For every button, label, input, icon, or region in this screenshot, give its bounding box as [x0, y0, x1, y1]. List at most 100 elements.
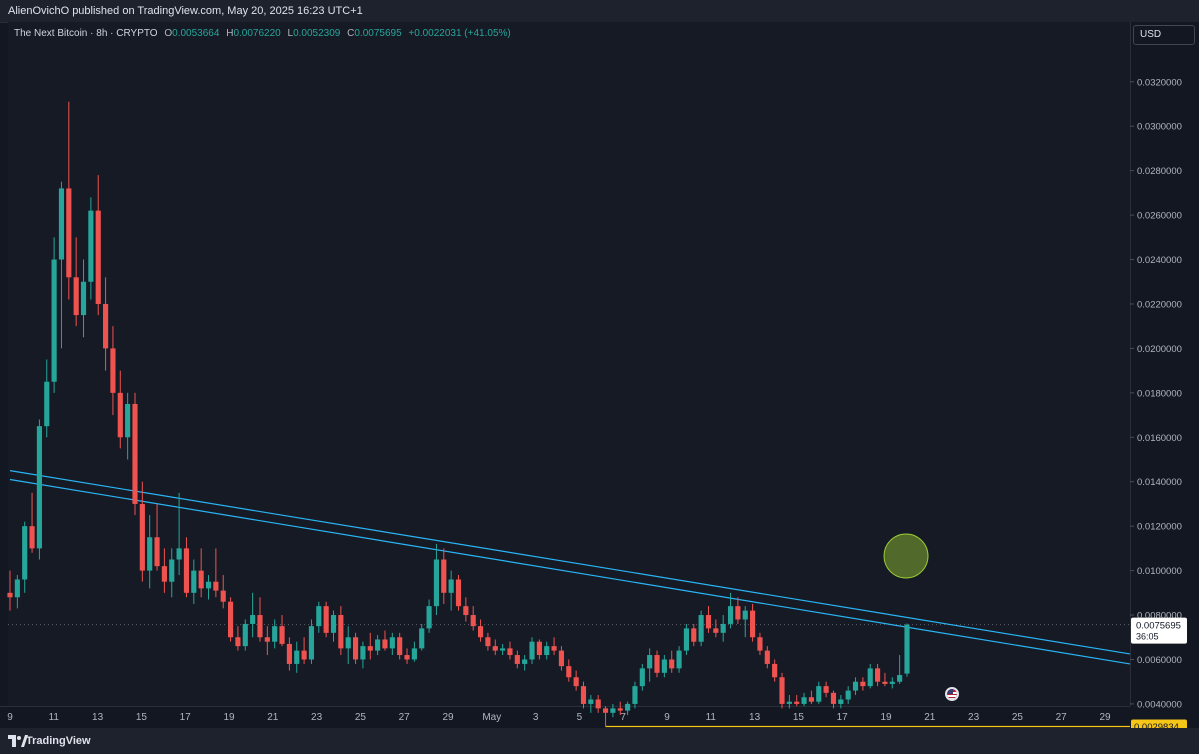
candle-body-121	[897, 675, 903, 682]
candle-body-79	[588, 699, 594, 704]
candle-body-90	[669, 659, 675, 669]
candle-body-22	[169, 559, 175, 582]
y-tick-label: 0.0100000	[1137, 566, 1182, 577]
candle-body-88	[654, 655, 660, 673]
y-tick-label: 0.0260000	[1137, 211, 1182, 222]
candle-body-112	[830, 692, 837, 704]
y-tick-label: 0.0040000	[1137, 699, 1182, 710]
y-tick-label: 0.0240000	[1137, 255, 1182, 266]
us-flag-icon[interactable]	[945, 687, 959, 701]
y-tick-label: 0.0120000	[1137, 522, 1182, 533]
footer-bar: TradingView	[0, 728, 1199, 754]
candle-body-24	[183, 548, 190, 593]
candle-body-66	[492, 646, 498, 651]
candle-body-25	[191, 570, 197, 593]
candle-body-117	[867, 668, 873, 687]
candle-body-23	[176, 548, 182, 560]
open-label: O	[164, 28, 173, 39]
candle-body-31	[235, 637, 241, 647]
tradingview-logo-icon	[8, 735, 28, 747]
candle-body-29	[220, 590, 226, 602]
candle-body-62	[463, 606, 469, 616]
x-tick-label: 27	[399, 712, 411, 723]
candle-body-107	[794, 701, 800, 704]
candle-body-50	[375, 639, 381, 651]
candle-body-8	[66, 188, 72, 278]
candle-body-36	[272, 626, 278, 642]
candle-body-18	[139, 503, 145, 571]
candle-body-63	[470, 615, 476, 627]
candle-body-45	[338, 615, 344, 649]
close-value: 0.0075695	[354, 28, 402, 39]
candle-body-2	[22, 526, 28, 580]
x-tick-label: 21	[924, 712, 936, 723]
candle-body-21	[161, 566, 167, 582]
symbol-legend: The Next Bitcoin · 8h · CRYPTO O0.005366…	[14, 28, 511, 39]
y-tick-label: 0.0160000	[1137, 433, 1182, 444]
candle-body-101	[750, 610, 756, 638]
candle-body-39	[294, 650, 300, 664]
candle-body-100	[742, 610, 748, 620]
candle-body-27	[205, 581, 212, 589]
candle-body-7	[58, 188, 65, 260]
candle-body-0	[7, 592, 13, 598]
candle-body-17	[132, 403, 138, 504]
candle-body-28	[213, 581, 219, 591]
x-tick-label: 15	[136, 712, 148, 723]
trendline-2	[9, 478, 1130, 665]
candle-body-105	[779, 677, 785, 704]
x-tick-label: 7	[620, 712, 626, 723]
candle-body-15	[117, 392, 123, 438]
candle-body-99	[735, 606, 741, 620]
x-tick-label: May	[482, 712, 501, 723]
y-tick-label: 0.0180000	[1137, 388, 1182, 399]
candle-body-87	[647, 655, 653, 669]
open-value: 0.0053664	[172, 28, 220, 39]
candle-body-75	[558, 650, 565, 667]
candle-body-82	[610, 708, 616, 713]
candle-body-59	[441, 559, 447, 593]
x-tick-label: 13	[92, 712, 104, 723]
currency-button[interactable]: USD	[1133, 25, 1195, 45]
candle-body-78	[580, 686, 587, 704]
candle-body-98	[727, 606, 734, 624]
candle-body-80	[595, 699, 601, 709]
candle-body-92	[683, 628, 689, 651]
candle-body-42	[316, 606, 322, 627]
change-value: +0.0022031 (+41.05%)	[408, 28, 511, 39]
candle-body-46	[345, 637, 351, 649]
candle-body-26	[198, 570, 204, 589]
x-tick-label: 19	[880, 712, 892, 723]
candle-body-81	[602, 708, 609, 713]
candle-body-11	[88, 210, 94, 282]
candle-body-114	[845, 690, 851, 700]
y-tick-label: 0.0060000	[1137, 655, 1182, 666]
candle-body-19	[147, 537, 153, 571]
candle-body-12	[95, 210, 101, 304]
breakout-highlight-circle	[883, 533, 929, 579]
candle-body-35	[264, 637, 270, 642]
x-tick-label: 17	[837, 712, 849, 723]
candle-body-40	[301, 650, 307, 660]
candle-body-65	[485, 637, 491, 647]
candle-body-51	[382, 639, 388, 649]
y-tick-label: 0.0200000	[1137, 344, 1182, 355]
candle-body-44	[330, 615, 337, 633]
candle-body-89	[661, 659, 667, 673]
candle-body-74	[551, 646, 557, 651]
candle-body-9	[73, 277, 79, 316]
x-tick-label: 27	[1056, 712, 1068, 723]
candle-body-115	[852, 681, 859, 691]
candle-body-71	[529, 641, 535, 660]
candle-body-52	[389, 637, 395, 649]
candle-body-41	[308, 626, 315, 660]
candle-body-96	[713, 628, 719, 633]
last-price-value: 0.0075695	[1136, 621, 1181, 632]
candle-body-64	[477, 626, 484, 638]
symbol-title: The Next Bitcoin · 8h · CRYPTO	[14, 28, 158, 39]
candle-body-72	[536, 641, 542, 656]
candle-body-77	[573, 677, 579, 687]
candle-body-33	[250, 615, 256, 624]
candle-body-93	[691, 628, 697, 642]
candle-body-102	[757, 637, 763, 651]
